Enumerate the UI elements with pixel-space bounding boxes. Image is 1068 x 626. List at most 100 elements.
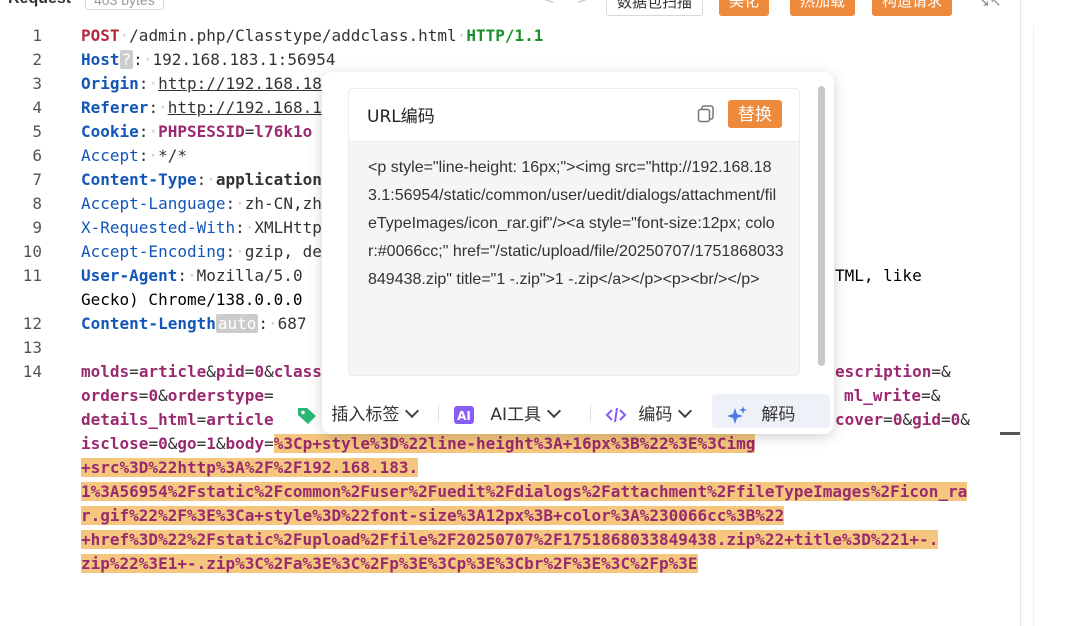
param-key: go bbox=[177, 434, 197, 453]
line-number: 13 bbox=[22, 338, 42, 357]
decoded-output-area[interactable]: <p style="line-height: 16px;"><img src="… bbox=[349, 141, 799, 375]
tag-icon bbox=[298, 408, 316, 424]
body-line-2: orders=0&orderstype= bbox=[81, 386, 274, 405]
insert-tag-menu[interactable]: 插入标签 bbox=[296, 400, 420, 426]
header-name: Accept-Encoding bbox=[81, 242, 226, 261]
param-value: 0 bbox=[950, 410, 961, 429]
header-origin: Origin:·http://192.168.18 bbox=[81, 74, 322, 93]
divider bbox=[590, 405, 591, 421]
header-content-length: Content-Length auto:·687 bbox=[81, 314, 307, 333]
copy-icon[interactable] bbox=[697, 105, 715, 123]
header-name: Content-Type bbox=[81, 170, 197, 189]
param-key: body bbox=[225, 434, 265, 453]
line-number: 5 bbox=[32, 122, 42, 141]
header-x-requested-with: X-Requested-With:·XMLHttp bbox=[81, 218, 322, 237]
header-content-type: Content-Type:·application bbox=[81, 170, 322, 189]
request-header: Request 403 bytes < > 数据包扫描 美化 热加载 构造请求 … bbox=[0, 0, 1020, 18]
size-badge: 403 bytes bbox=[85, 0, 164, 10]
header-value: application bbox=[215, 170, 322, 189]
decode-label: 解码 bbox=[761, 405, 796, 425]
selected-encoded-text[interactable]: +src%3D%22http%3A%2F%2F192.168.183. bbox=[81, 458, 419, 477]
header-user-agent-tail: TML, like bbox=[835, 266, 922, 285]
next-arrow-icon[interactable]: > bbox=[576, 0, 591, 9]
url-decode-popup: URL编码 替换 <p style="line-height: 16px;"><… bbox=[322, 72, 834, 434]
header-value: 192.168.183.1:56954 bbox=[152, 50, 336, 69]
replace-button[interactable]: 替换 bbox=[728, 100, 782, 128]
param-value: 0 bbox=[254, 362, 265, 381]
body-line-5: +src%3D%22http%3A%2F%2F192.168.183. bbox=[81, 458, 419, 477]
header-accept-language: Accept-Language:·zh-CN,zh bbox=[81, 194, 322, 213]
header-user-agent-cont: Gecko) Chrome/138.0.0.0 bbox=[81, 290, 303, 309]
body-line-3: details_html=article bbox=[81, 410, 274, 429]
header-name: X-Requested-With bbox=[81, 218, 236, 237]
auto-badge[interactable]: auto bbox=[215, 314, 259, 333]
expand-icon[interactable]: ↘↖ bbox=[978, 0, 1001, 10]
param-key: cover bbox=[835, 410, 884, 429]
header-value[interactable]: http://192.168.1 bbox=[168, 98, 322, 117]
ai-tools-menu[interactable]: AI AI工具 bbox=[453, 400, 562, 426]
header-name: Host bbox=[81, 50, 120, 69]
encode-label: 编码 bbox=[638, 405, 673, 425]
line-number: 1 bbox=[32, 26, 42, 45]
header-name: Referer bbox=[81, 98, 149, 117]
selected-encoded-text[interactable]: r.gif%22%2F%3E%3Ca+style%3D%22font-size%… bbox=[81, 506, 785, 525]
sparkle-icon bbox=[727, 406, 747, 424]
param-key: class bbox=[273, 362, 322, 381]
body-line-2-tail: ml_write=& bbox=[844, 386, 941, 405]
line-number: 4 bbox=[32, 98, 42, 117]
param-key: escription bbox=[835, 362, 932, 381]
body-line-8: +href%3D%22%2Fstatic%2Fupload%2Ffile%2F2… bbox=[81, 530, 939, 549]
header-name: Cookie bbox=[81, 122, 139, 141]
chevron-down-icon bbox=[678, 403, 693, 419]
selected-encoded-text[interactable]: zip%22%3E1+-.zip%3C%2Fa%3E%3C%2Fp%3E%3Cp… bbox=[81, 554, 698, 573]
body-line-1: molds=article&pid=0&class bbox=[81, 362, 322, 381]
cookie-value: l76k1o bbox=[254, 122, 313, 141]
divider bbox=[438, 405, 439, 421]
encode-menu[interactable]: 编码 bbox=[605, 400, 693, 426]
param-key: gid bbox=[912, 410, 941, 429]
header-value[interactable]: http://192.168.18 bbox=[158, 74, 322, 93]
header-host: Host?:·192.168.183.1:56954 bbox=[81, 50, 336, 69]
beautify-button[interactable]: 美化 bbox=[719, 0, 770, 16]
chevron-down-icon bbox=[405, 403, 420, 419]
help-badge[interactable]: ? bbox=[119, 50, 134, 69]
line-number: 6 bbox=[32, 146, 42, 165]
build-request-button[interactable]: 构造请求 bbox=[872, 0, 953, 16]
selected-encoded-text[interactable]: %3Cp+style%3D%22line-height%3A+16px%3B%2… bbox=[273, 434, 756, 453]
code-icon bbox=[605, 407, 627, 423]
http-version: HTTP/1.1 bbox=[466, 26, 544, 45]
decode-button[interactable]: 解码 bbox=[726, 400, 795, 426]
header-name: User-Agent bbox=[81, 266, 178, 285]
param-key: molds bbox=[81, 362, 130, 381]
prev-arrow-icon[interactable]: < bbox=[540, 0, 555, 9]
param-key: isclose bbox=[81, 434, 149, 453]
header-value: */* bbox=[158, 146, 187, 165]
param-value: 0 bbox=[148, 386, 159, 405]
editor-scroll-marker[interactable] bbox=[1000, 432, 1020, 435]
http-method: POST bbox=[81, 26, 120, 45]
body-line-9: zip%22%3E1+-.zip%3C%2Fa%3E%3C%2Fp%3E%3Cp… bbox=[81, 554, 698, 573]
header-value: gzip, de bbox=[244, 242, 322, 261]
line-number: 7 bbox=[32, 170, 42, 189]
line-number: 10 bbox=[22, 242, 42, 261]
hot-reload-button[interactable]: 热加载 bbox=[790, 0, 856, 16]
body-line-6: 1%3A56954%2Fstatic%2Fcommon%2Fuser%2Fued… bbox=[81, 482, 968, 501]
popup-title: URL编码 bbox=[367, 107, 435, 127]
selected-encoded-text[interactable]: 1%3A56954%2Fstatic%2Fcommon%2Fuser%2Fued… bbox=[81, 482, 968, 501]
line-number: 8 bbox=[32, 194, 42, 213]
header-value: Mozilla/5.0 bbox=[196, 266, 303, 285]
popup-scrollbar[interactable] bbox=[818, 86, 825, 366]
selected-encoded-text[interactable]: +href%3D%22%2Fstatic%2Fupload%2Ffile%2F2… bbox=[81, 530, 939, 549]
line-number: 12 bbox=[22, 314, 42, 333]
header-user-agent: User-Agent:·Mozilla/5.0 bbox=[81, 266, 303, 285]
ai-tools-label: AI工具 bbox=[490, 405, 542, 425]
line-number: 9 bbox=[32, 218, 42, 237]
decoded-text: <p style="line-height: 16px;"><img src="… bbox=[368, 159, 784, 288]
param-key: ml_write bbox=[844, 386, 922, 405]
packet-scan-button[interactable]: 数据包扫描 bbox=[606, 0, 704, 16]
param-value: 0 bbox=[158, 434, 168, 453]
decode-result-card: URL编码 替换 <p style="line-height: 16px;"><… bbox=[348, 88, 800, 376]
header-name: Accept-Language bbox=[81, 194, 226, 213]
param-value: 0 bbox=[892, 410, 903, 429]
line-number: 3 bbox=[32, 74, 42, 93]
